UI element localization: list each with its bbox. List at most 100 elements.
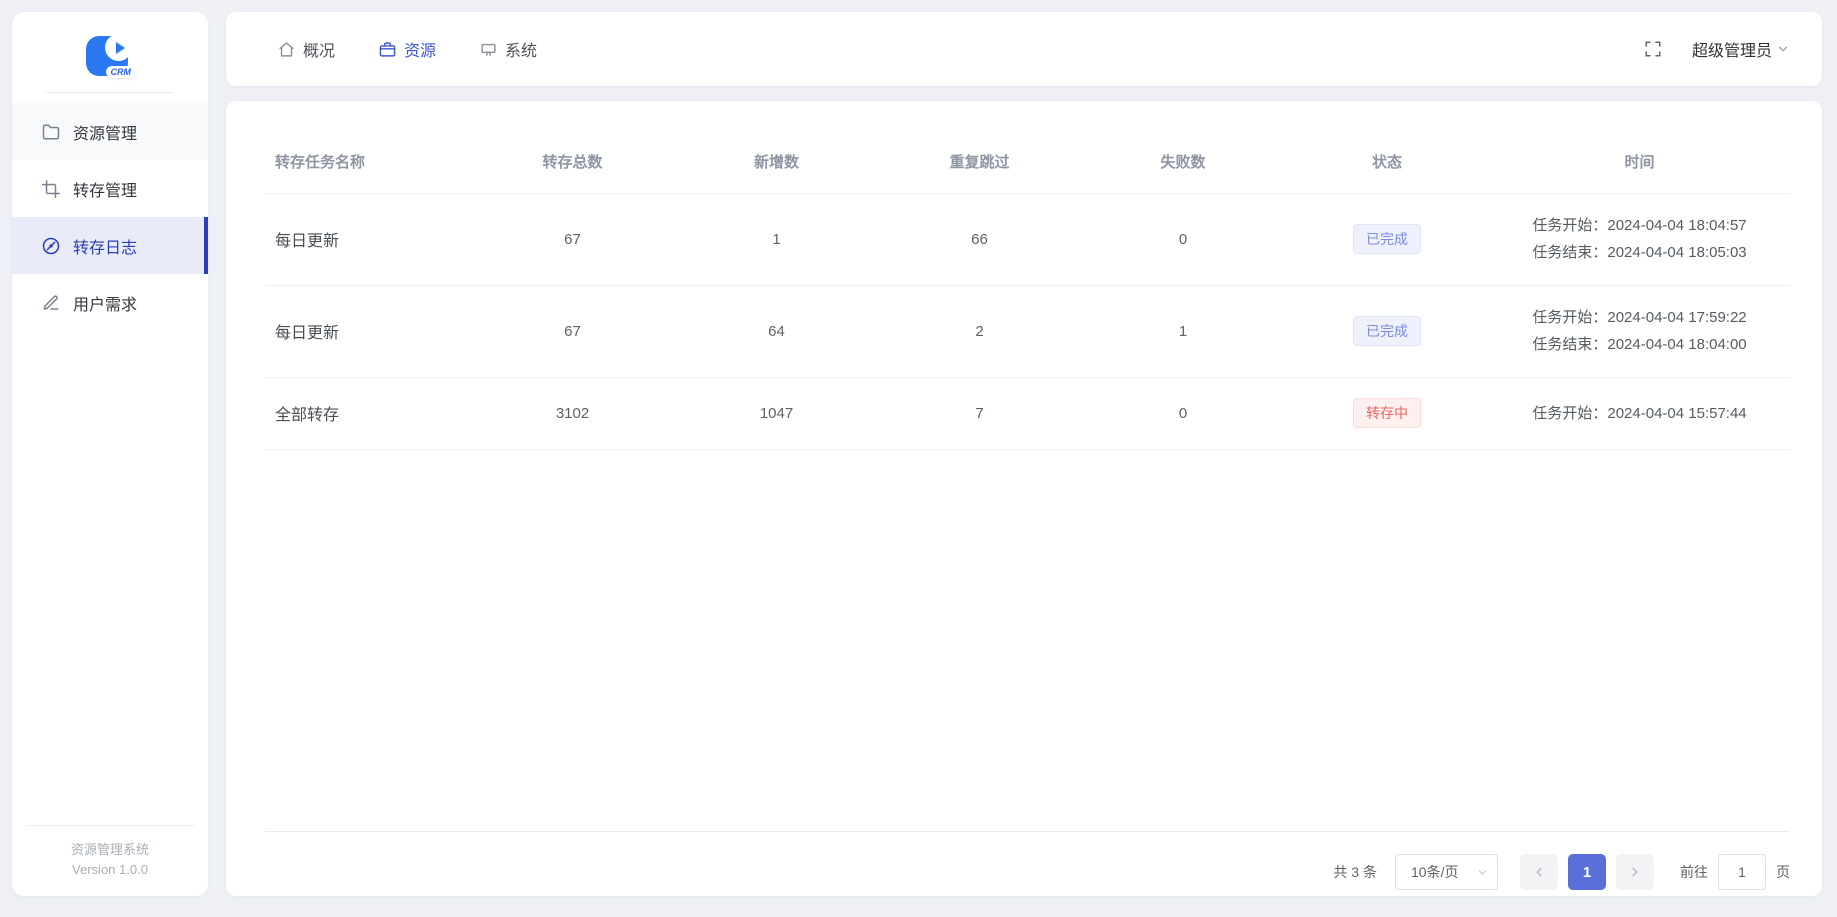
- sidebar-item-label: 用户需求: [73, 296, 138, 314]
- top-nav-tabs: 概况 资源 系统: [278, 37, 537, 61]
- column-header-task-name: 转存任务名称: [265, 131, 470, 194]
- time-start-label: 任务开始：: [1532, 309, 1608, 326]
- page-number-button[interactable]: 1: [1568, 854, 1606, 890]
- column-header-status: 状态: [1285, 131, 1489, 194]
- tab-system[interactable]: 系统: [480, 37, 537, 61]
- time-start-value: 2024-04-04 17:59:22: [1607, 309, 1747, 326]
- chevron-down-icon: [1776, 42, 1790, 56]
- time-cell: 任务开始：2024-04-04 17:59:22 任务结束：2024-04-04…: [1489, 285, 1790, 378]
- added-cell: 1: [675, 193, 878, 286]
- table-row[interactable]: 每日更新 67 1 66 0 已完成 任务开始：2024-04-04 18:04…: [265, 193, 1790, 286]
- tab-overview[interactable]: 概况: [278, 37, 335, 61]
- total-count-label: 共 3 条: [1333, 864, 1377, 880]
- goto-label: 前往: [1680, 864, 1708, 880]
- tab-label: 资源: [404, 43, 437, 60]
- logo-play-circle: [105, 34, 132, 61]
- failed-cell: 0: [1081, 377, 1285, 450]
- crm-logo: CRM: [12, 12, 208, 90]
- transfer-log-table-area: 转存任务名称 转存总数 新增数 重复跳过 失败数 状态 时间 每日更新 67 1…: [265, 131, 1790, 832]
- time-detail: 任务开始：2024-04-04 17:59:22 任务结束：2024-04-04…: [1532, 304, 1746, 358]
- failed-cell: 1: [1081, 285, 1285, 378]
- user-menu[interactable]: 超级管理员: [1692, 37, 1790, 61]
- previous-page-button[interactable]: [1520, 854, 1558, 890]
- logo-text: CRM: [105, 66, 136, 78]
- sidebar-item-transfer-management[interactable]: 转存管理: [12, 160, 208, 217]
- status-cell: 转存中: [1285, 377, 1489, 450]
- tab-label: 系统: [505, 43, 538, 60]
- chevron-right-icon: [1628, 865, 1642, 879]
- time-start-line: 任务开始：2024-04-04 17:59:22: [1532, 304, 1746, 331]
- home-icon: [278, 41, 295, 58]
- pagination-bar: 共 3 条 10条/页 1 前往 页: [265, 832, 1790, 912]
- sidebar-nav: 资源管理 转存管理 转存日志 用户需求: [12, 103, 208, 331]
- table-row[interactable]: 每日更新 67 64 2 1 已完成 任务开始：2024-04-04 17:59…: [265, 285, 1790, 378]
- goto-page-group: 前往 页: [1680, 854, 1790, 890]
- task-name-cell: 每日更新: [265, 193, 470, 286]
- time-cell: 任务开始：2024-04-04 15:57:44: [1489, 377, 1790, 450]
- total-cell: 3102: [470, 377, 675, 450]
- table-header-row: 转存任务名称 转存总数 新增数 重复跳过 失败数 状态 时间: [265, 131, 1790, 194]
- column-header-added: 新增数: [675, 131, 878, 194]
- user-menu-label: 超级管理员: [1691, 43, 1772, 60]
- logo-divider: [46, 92, 174, 93]
- failed-cell: 0: [1081, 193, 1285, 286]
- column-header-total: 转存总数: [470, 131, 675, 194]
- added-cell: 1047: [675, 377, 878, 450]
- app-version: Version 1.0.0: [72, 861, 148, 877]
- time-detail: 任务开始：2024-04-04 18:04:57 任务结束：2024-04-04…: [1532, 212, 1746, 266]
- next-page-button[interactable]: [1616, 854, 1654, 890]
- total-cell: 67: [470, 193, 675, 286]
- tab-resources[interactable]: 资源: [379, 37, 436, 61]
- skipped-cell: 7: [878, 377, 1081, 450]
- sidebar-footer: 资源管理系统 Version 1.0.0: [12, 824, 208, 896]
- status-cell: 已完成: [1285, 285, 1489, 378]
- fullscreen-icon[interactable]: [1644, 40, 1662, 58]
- status-badge: 转存中: [1353, 398, 1421, 428]
- pencil-icon: [42, 294, 60, 312]
- main-content: 转存任务名称 转存总数 新增数 重复跳过 失败数 状态 时间 每日更新 67 1…: [226, 101, 1822, 896]
- page-size-select[interactable]: 10条/页: [1395, 854, 1498, 890]
- sidebar: CRM 资源管理 转存管理 转存日志 用户需求 资源管理系统 Version 1…: [12, 12, 208, 896]
- task-name-cell: 全部转存: [265, 377, 470, 450]
- footer-divider: [26, 824, 194, 826]
- time-detail: 任务开始：2024-04-04 15:57:44: [1532, 400, 1746, 427]
- task-name-cell: 每日更新: [265, 285, 470, 378]
- status-cell: 已完成: [1285, 193, 1489, 286]
- status-badge: 已完成: [1353, 316, 1421, 346]
- chevron-left-icon: [1532, 865, 1546, 879]
- time-start-value: 2024-04-04 18:04:57: [1607, 217, 1747, 234]
- sidebar-item-transfer-log[interactable]: 转存日志: [12, 217, 208, 274]
- added-cell: 64: [675, 285, 878, 378]
- column-header-time: 时间: [1489, 131, 1790, 194]
- page-size-value: 10条/页: [1411, 864, 1459, 880]
- time-end-value: 2024-04-04 18:05:03: [1607, 244, 1747, 261]
- time-end-line: 任务结束：2024-04-04 18:05:03: [1532, 239, 1746, 266]
- briefcase-icon: [379, 41, 396, 58]
- app-name: 资源管理系统: [70, 841, 149, 857]
- time-start-label: 任务开始：: [1532, 217, 1608, 234]
- crop-icon: [42, 179, 60, 198]
- skipped-cell: 2: [878, 285, 1081, 378]
- transfer-log-table: 转存任务名称 转存总数 新增数 重复跳过 失败数 状态 时间 每日更新 67 1…: [265, 131, 1790, 450]
- goto-page-input[interactable]: [1718, 854, 1766, 890]
- tab-label: 概况: [303, 43, 336, 60]
- goto-suffix-label: 页: [1776, 864, 1790, 880]
- monitor-icon: [480, 41, 497, 58]
- top-bar: 概况 资源 系统 超级管理员: [226, 12, 1822, 86]
- time-start-line: 任务开始：2024-04-04 15:57:44: [1532, 400, 1746, 427]
- sidebar-item-resource-management[interactable]: 资源管理: [12, 103, 208, 160]
- folder-icon: [42, 123, 60, 141]
- sidebar-item-user-requirements[interactable]: 用户需求: [12, 274, 208, 331]
- play-icon: [115, 41, 125, 54]
- sidebar-item-label: 资源管理: [73, 125, 138, 143]
- total-cell: 67: [470, 285, 675, 378]
- sidebar-item-label: 转存日志: [73, 239, 138, 257]
- crm-logo-mark: CRM: [84, 32, 136, 80]
- table-row[interactable]: 全部转存 3102 1047 7 0 转存中 任务开始：2024-04-04 1…: [265, 377, 1790, 450]
- column-header-failed: 失败数: [1081, 131, 1285, 194]
- time-start-line: 任务开始：2024-04-04 18:04:57: [1532, 212, 1746, 239]
- time-start-label: 任务开始：: [1532, 404, 1608, 422]
- time-end-line: 任务结束：2024-04-04 18:04:00: [1532, 331, 1746, 358]
- chevron-down-icon: [1476, 866, 1489, 879]
- top-bar-right: 超级管理员: [1644, 37, 1790, 61]
